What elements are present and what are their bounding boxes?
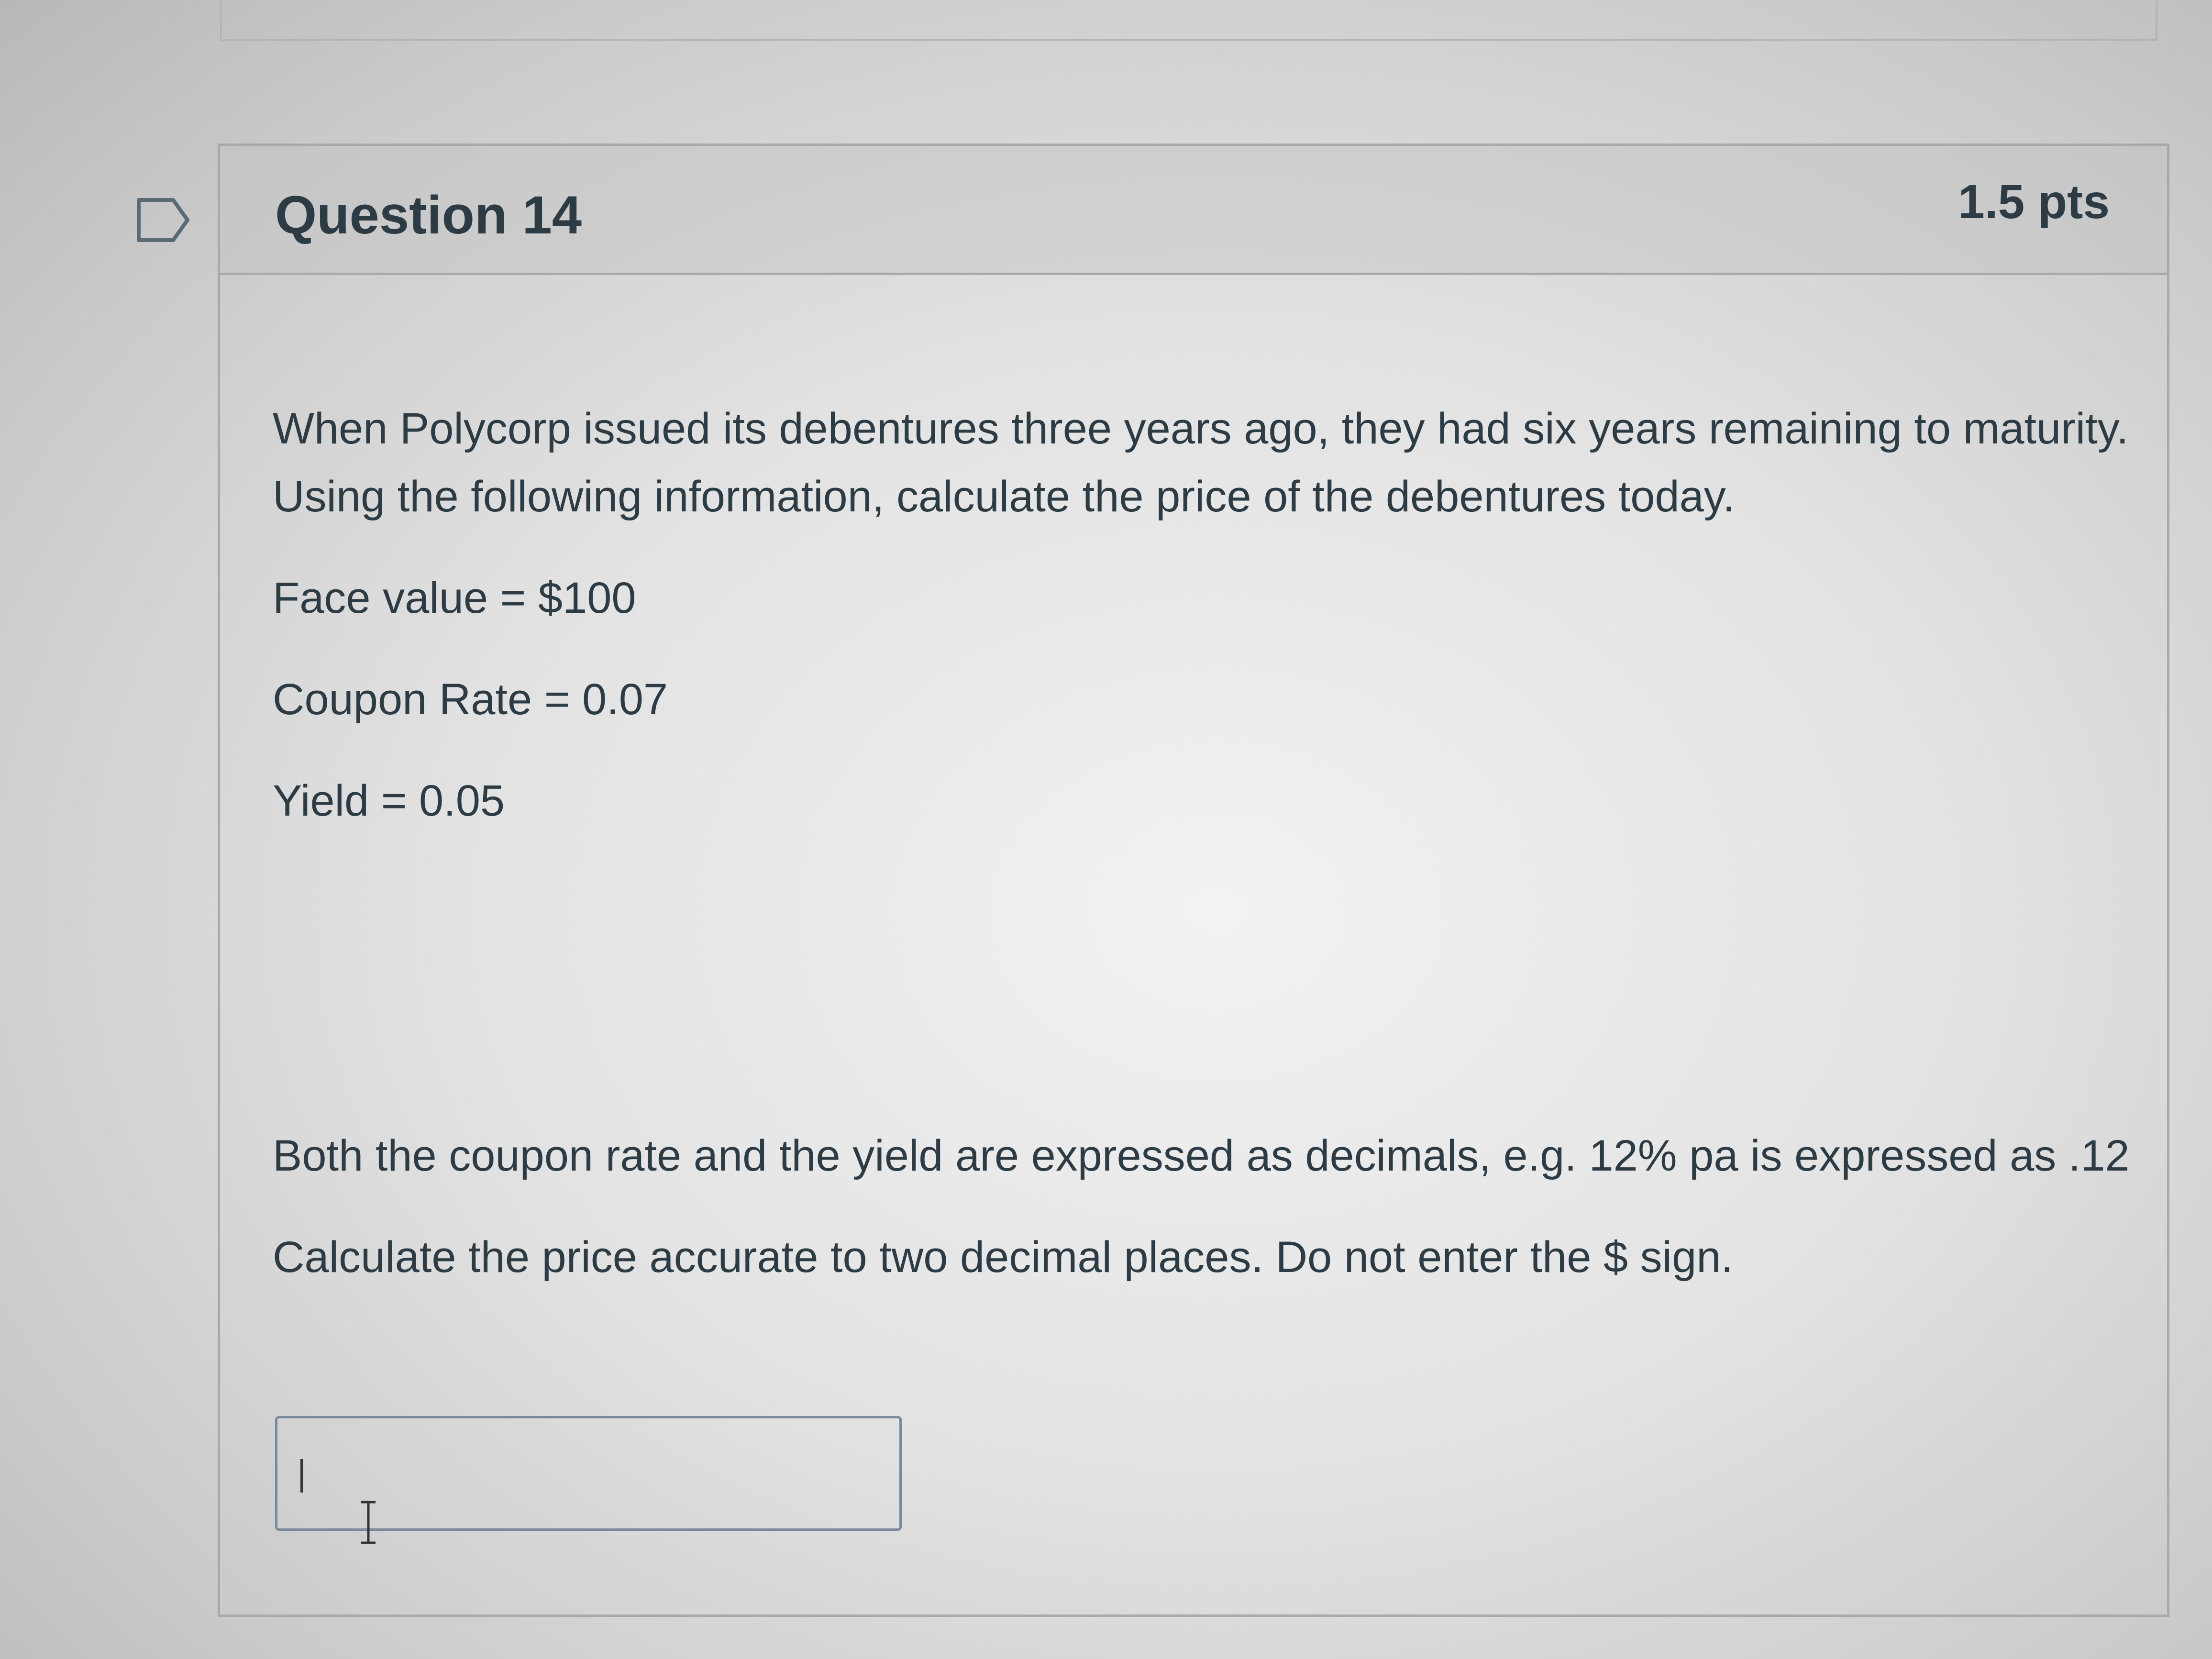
text-cursor-icon [361, 1501, 376, 1544]
question-instruction: Calculate the price accurate to two deci… [273, 1233, 1733, 1282]
text-caret [300, 1459, 303, 1493]
given-face-value: Face value = $100 [273, 574, 636, 622]
question-points: 1.5 pts [1958, 175, 2110, 229]
question-header: Question 14 1.5 pts [220, 146, 2167, 275]
given-coupon-rate: Coupon Rate = 0.07 [273, 675, 668, 724]
flag-question-icon[interactable] [135, 196, 192, 244]
answer-input[interactable] [275, 1416, 902, 1544]
given-yield: Yield = 0.05 [273, 776, 505, 825]
question-body: When Polycorp issued its debentures thre… [273, 395, 2138, 1291]
question-intro: When Polycorp issued its debentures thre… [273, 404, 2129, 521]
question-title: Question 14 [275, 185, 582, 245]
previous-question-card [220, 0, 2157, 41]
question-note: Both the coupon rate and the yield are e… [273, 1131, 2130, 1180]
question-card: Question 14 1.5 pts When Polycorp issued… [218, 144, 2169, 1617]
